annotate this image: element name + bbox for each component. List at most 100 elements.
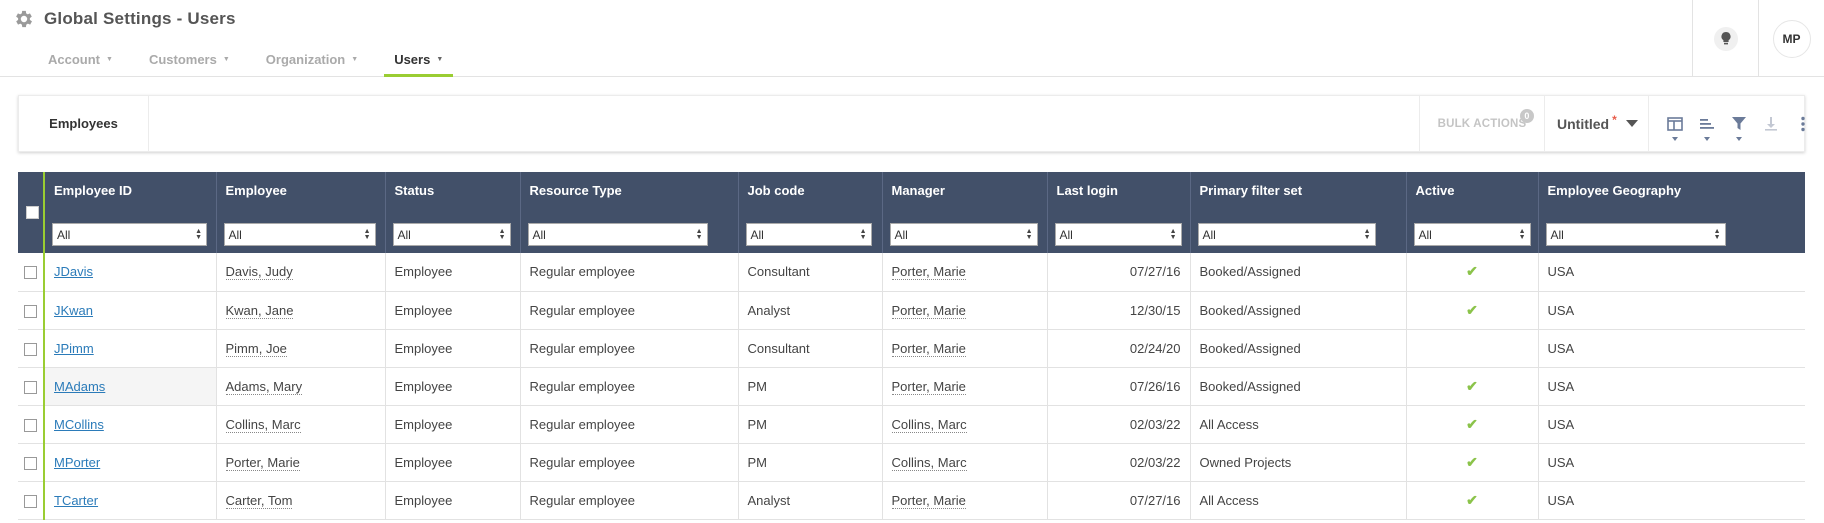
manager-name[interactable]: Porter, Marie	[891, 378, 966, 395]
user-menu-button[interactable]: MP	[1758, 0, 1824, 77]
cell-manager: Porter, Marie	[881, 291, 1047, 330]
filter-employee-geography[interactable]: All ▲ ▼	[1545, 223, 1726, 246]
cell-manager: Porter, Marie	[881, 481, 1047, 520]
cell-employee-id: MPorter	[43, 443, 216, 482]
download-button[interactable]	[1755, 96, 1787, 151]
employee-name[interactable]: Collins, Marc	[225, 416, 301, 433]
cell-job-code: PM	[737, 405, 882, 444]
table-row[interactable]: JPimm Pimm, Joe Employee Regular employe…	[18, 329, 1805, 368]
column-header-employee[interactable]: Employee All ▲ ▼	[215, 172, 385, 253]
checkmark-icon: ✔	[1466, 415, 1478, 432]
employee-name[interactable]: Adams, Mary	[225, 378, 303, 395]
filter-job-code[interactable]: All ▲ ▼	[745, 223, 872, 246]
cell-geography: USA	[1537, 291, 1805, 330]
row-checkbox[interactable]	[24, 494, 37, 508]
manager-name[interactable]: Porter, Marie	[891, 492, 966, 509]
cell-manager: Porter, Marie	[881, 329, 1047, 368]
row-checkbox[interactable]	[24, 418, 37, 432]
filter-employee[interactable]: All ▲ ▼	[223, 223, 376, 246]
cell-active: ✔	[1405, 443, 1538, 482]
employee-id-link[interactable]: JPimm	[54, 341, 94, 356]
page-title: Global Settings - Users	[44, 9, 236, 28]
manager-name[interactable]: Collins, Marc	[891, 454, 967, 471]
cell-employee: Pimm, Joe	[215, 329, 385, 368]
filter-resource-type[interactable]: All ▲ ▼	[527, 223, 708, 246]
row-checkbox[interactable]	[24, 304, 37, 318]
filter-manager[interactable]: All ▲ ▼	[889, 223, 1038, 246]
employee-name[interactable]: Davis, Judy	[225, 264, 293, 281]
row-checkbox[interactable]	[24, 380, 37, 394]
column-header-manager[interactable]: Manager All ▲ ▼	[881, 172, 1047, 253]
header-actions: MP	[1692, 0, 1824, 77]
employee-name[interactable]: Porter, Marie	[225, 454, 300, 471]
table-row[interactable]: JKwan Kwan, Jane Employee Regular employ…	[18, 291, 1805, 330]
table-row[interactable]: MPorter Porter, Marie Employee Regular e…	[18, 443, 1805, 482]
tab-account[interactable]: Account ▼	[30, 42, 131, 76]
sort-arrows-icon: ▲ ▼	[1363, 228, 1371, 241]
column-header-primary-filter-set[interactable]: Primary filter set All ▲ ▼	[1189, 172, 1406, 253]
employee-name[interactable]: Pimm, Joe	[225, 340, 287, 357]
row-checkbox[interactable]	[24, 456, 37, 470]
tab-organization[interactable]: Organization ▼	[248, 42, 376, 76]
manager-name[interactable]: Porter, Marie	[891, 264, 966, 281]
column-header-employee-id[interactable]: Employee ID All ▲ ▼	[43, 172, 216, 253]
tab-users[interactable]: Users ▼	[376, 42, 461, 77]
filter-primary-filter-set[interactable]: All ▲ ▼	[1197, 223, 1376, 246]
column-header-job-code[interactable]: Job code All ▲ ▼	[737, 172, 882, 253]
column-header-last-login[interactable]: Last login All ▲ ▼	[1046, 172, 1190, 253]
row-select-cell	[18, 329, 45, 368]
sort-button[interactable]	[1691, 96, 1723, 151]
filter-status[interactable]: All ▲ ▼	[392, 223, 511, 246]
columns-button[interactable]	[1659, 96, 1691, 151]
filter-value: All	[532, 227, 546, 242]
table-row[interactable]: MAdams Adams, Mary Employee Regular empl…	[18, 367, 1805, 406]
filter-active[interactable]: All ▲ ▼	[1413, 223, 1531, 246]
hints-button[interactable]	[1692, 0, 1758, 77]
column-header-resource-type[interactable]: Resource Type All ▲ ▼	[519, 172, 738, 253]
filter-employee-id[interactable]: All ▲ ▼	[52, 223, 207, 246]
lightbulb-icon	[1713, 26, 1738, 51]
cell-manager: Porter, Marie	[881, 253, 1047, 292]
select-all-cell	[18, 172, 45, 253]
tab-customers[interactable]: Customers ▼	[131, 42, 248, 76]
filter-value: All	[1059, 227, 1073, 242]
row-checkbox[interactable]	[24, 342, 37, 356]
filter-value: All	[57, 227, 71, 242]
table-row[interactable]: JDavis Davis, Judy Employee Regular empl…	[18, 253, 1805, 292]
toolbar-icons	[1648, 96, 1819, 151]
cell-last-login: 02/03/22	[1046, 405, 1190, 444]
cell-geography: USA	[1537, 481, 1805, 520]
filter-button[interactable]	[1723, 96, 1755, 151]
employee-name[interactable]: Kwan, Jane	[225, 302, 294, 319]
sort-arrows-icon: ▲ ▼	[498, 228, 506, 241]
cell-geography: USA	[1537, 367, 1805, 406]
sort-arrows-icon: ▲ ▼	[859, 228, 867, 241]
employee-id-link[interactable]: MAdams	[54, 379, 105, 394]
employee-id-link[interactable]: TCarter	[54, 493, 98, 508]
users-table-container: Employee ID All ▲ ▼ Employee All ▲ ▼ Status …	[18, 172, 1805, 520]
manager-name[interactable]: Porter, Marie	[891, 302, 966, 319]
cell-active: ✔	[1405, 481, 1538, 520]
column-header-employee-geography[interactable]: Employee Geography All ▲ ▼	[1537, 172, 1805, 253]
manager-name[interactable]: Porter, Marie	[891, 340, 966, 357]
employee-id-link[interactable]: MCollins	[54, 417, 104, 432]
cell-employee: Carter, Tom	[215, 481, 385, 520]
filter-last-login[interactable]: All ▲ ▼	[1054, 223, 1182, 246]
table-row[interactable]: TCarter Carter, Tom Employee Regular emp…	[18, 481, 1805, 520]
row-checkbox[interactable]	[24, 266, 37, 280]
manager-name[interactable]: Collins, Marc	[891, 416, 967, 433]
checkmark-icon: ✔	[1466, 491, 1478, 508]
saved-view-dropdown[interactable]: Untitled *	[1545, 96, 1648, 151]
employee-id-link[interactable]: JDavis	[54, 264, 93, 279]
select-all-checkbox[interactable]	[26, 206, 39, 219]
tab-label: Account	[48, 51, 100, 67]
bulk-actions-button[interactable]: BULK ACTIONS 0	[1419, 96, 1545, 151]
employee-name[interactable]: Carter, Tom	[225, 492, 293, 509]
employee-id-link[interactable]: MPorter	[54, 455, 100, 470]
table-row[interactable]: MCollins Collins, Marc Employee Regular …	[18, 405, 1805, 444]
more-options-button[interactable]	[1787, 96, 1819, 151]
employee-id-link[interactable]: JKwan	[54, 303, 93, 318]
sort-arrows-icon: ▲ ▼	[1713, 228, 1721, 241]
column-header-active[interactable]: Active All ▲ ▼	[1405, 172, 1538, 253]
column-header-status[interactable]: Status All ▲ ▼	[384, 172, 520, 253]
